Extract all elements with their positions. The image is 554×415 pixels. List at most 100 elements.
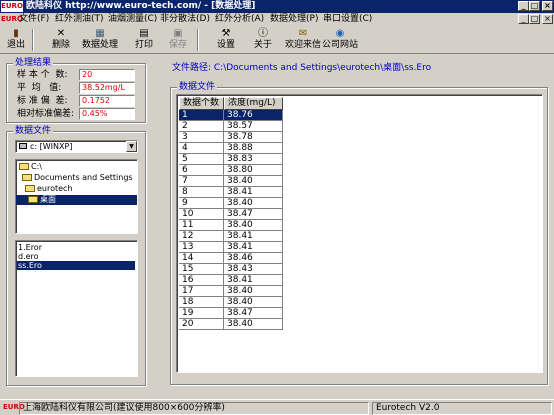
table-cell-index[interactable]: 7 — [179, 176, 224, 187]
table-cell-index[interactable]: 15 — [179, 264, 224, 275]
table-cell-index[interactable]: 13 — [179, 242, 224, 253]
menu-ir-oil[interactable]: 红外测油(T) — [55, 13, 104, 26]
files-group: 数据文件 c: [WINXP] ▼ C:\ Documents and Sett… — [6, 126, 146, 386]
print-button[interactable]: ▤ 打印 — [131, 27, 157, 53]
about-button[interactable]: ⓘ 关于 — [250, 27, 276, 53]
table-cell-concentration[interactable]: 38.41 — [224, 231, 283, 242]
child-close-button[interactable]: × — [542, 14, 553, 24]
process-label: 数据处理 — [82, 40, 119, 50]
table-cell-index[interactable]: 3 — [179, 132, 224, 143]
tree-item-docs[interactable]: Documents and Settings — [22, 173, 133, 183]
website-button[interactable]: ◉ 公司网站 — [321, 27, 359, 53]
table-cell-index[interactable]: 17 — [179, 286, 224, 297]
table-cell-concentration[interactable]: 38.80 — [224, 165, 283, 176]
close-button[interactable]: × — [542, 1, 553, 11]
table-cell-index[interactable]: 20 — [179, 319, 224, 330]
table-cell-concentration[interactable]: 38.76 — [224, 110, 283, 121]
status-version: Eurotech V2.0 — [372, 402, 552, 415]
delete-label: 删除 — [51, 40, 70, 50]
table-cell-index[interactable]: 19 — [179, 308, 224, 319]
table-cell-concentration[interactable]: 38.40 — [224, 286, 283, 297]
table-cell-index[interactable]: 9 — [179, 198, 224, 209]
mail-icon: ✉ — [298, 28, 308, 39]
menu-data-process[interactable]: 数据处理(P) — [270, 13, 318, 26]
table-cell-index[interactable]: 8 — [179, 187, 224, 198]
chevron-down-icon[interactable]: ▼ — [126, 141, 137, 152]
folder-open-icon — [22, 174, 32, 181]
table-cell-index[interactable]: 6 — [179, 165, 224, 176]
stddev-label: 标 准 偏 差: — [17, 96, 68, 106]
table-cell-index[interactable]: 1 — [179, 110, 224, 121]
child-minimize-button[interactable]: _ — [518, 14, 529, 24]
folder-tree[interactable]: C:\ Documents and Settings eurotech 桌面 — [15, 159, 138, 234]
tree-item-desktop[interactable]: 桌面 — [16, 195, 137, 205]
results-title: 处理结果 — [13, 58, 54, 69]
data-title: 数据文件 — [177, 82, 218, 93]
table-cell-index[interactable]: 10 — [179, 209, 224, 220]
table-cell-index[interactable]: 18 — [179, 297, 224, 308]
process-button[interactable]: ▦ 数据处理 — [82, 27, 118, 53]
print-label: 打印 — [134, 40, 153, 50]
table-cell-index[interactable]: 4 — [179, 143, 224, 154]
table-cell-index[interactable]: 12 — [179, 231, 224, 242]
menu-file[interactable]: 文件(F) — [19, 13, 49, 26]
menu-fume[interactable]: 油烟测量(C) — [108, 13, 157, 26]
tree-label: 桌面 — [40, 195, 56, 204]
tree-item-root[interactable]: C:\ — [19, 162, 42, 172]
table-cell-concentration[interactable]: 38.83 — [224, 154, 283, 165]
table-cell-index[interactable]: 2 — [179, 121, 224, 132]
table-cell-concentration[interactable]: 38.41 — [224, 275, 283, 286]
menu-serial[interactable]: 串口设置(C) — [323, 13, 372, 26]
disk-icon: ▣ — [173, 28, 183, 39]
table-cell-concentration[interactable]: 38.57 — [224, 121, 283, 132]
data-table[interactable]: 数据个数 浓度(mg/L) 1 38.76 2 38.57 3 38.78 4 38.88 5 3… — [176, 94, 543, 373]
delete-button[interactable]: ✕ 删除 — [48, 27, 74, 53]
table-cell-concentration[interactable]: 38.43 — [224, 264, 283, 275]
table-cell-concentration[interactable]: 38.41 — [224, 242, 283, 253]
file-list[interactable]: 1.Eror d.ero ss.Ero — [15, 240, 138, 377]
table-cell-index[interactable]: 11 — [179, 220, 224, 231]
column-header-concentration[interactable]: 浓度(mg/L) — [224, 97, 283, 110]
result-row-rsd: 相对标准偏差: 0.45% — [17, 108, 135, 120]
table-cell-concentration[interactable]: 38.40 — [224, 198, 283, 209]
status-bar: EURO 上海欧陆科仪有限公司(建议使用800×600分辨率) Eurotech… — [0, 399, 554, 415]
door-exit-icon: ▮ — [13, 28, 19, 39]
table-cell-concentration[interactable]: 38.47 — [224, 308, 283, 319]
list-item[interactable]: d.ero — [17, 252, 135, 261]
mean-label: 平 均 值: — [17, 83, 62, 93]
exit-button[interactable]: ▮ 退出 — [3, 27, 29, 53]
table-cell-concentration[interactable]: 38.40 — [224, 176, 283, 187]
result-row-stddev: 标 准 偏 差: 0.1752 — [17, 95, 135, 107]
folder-open-icon — [19, 163, 29, 170]
table-cell-concentration[interactable]: 38.78 — [224, 132, 283, 143]
info-icon: ⓘ — [258, 28, 268, 39]
child-maximize-button[interactable]: □ — [529, 14, 540, 24]
minimize-button[interactable]: _ — [518, 1, 529, 11]
title-bar: EURO 欧陆科仪 http://www.euro-tech.com/ - [数… — [0, 0, 554, 13]
table-cell-concentration[interactable]: 38.40 — [224, 297, 283, 308]
menu-nondispersive[interactable]: 非分散法(D) — [160, 13, 210, 26]
table-cell-index[interactable]: 5 — [179, 154, 224, 165]
tree-item-eurotech[interactable]: eurotech — [25, 184, 73, 194]
column-header-index[interactable]: 数据个数 — [179, 97, 224, 110]
table-cell-concentration[interactable]: 38.88 — [224, 143, 283, 154]
save-button[interactable]: ▣ 保存 — [165, 27, 191, 53]
menu-ir-analysis[interactable]: 红外分析(A) — [215, 13, 264, 26]
table-cell-index[interactable]: 14 — [179, 253, 224, 264]
welcome-label: 欢迎来信 — [284, 40, 321, 50]
list-item[interactable]: 1.Eror — [17, 243, 135, 252]
table-cell-concentration[interactable]: 38.47 — [224, 209, 283, 220]
list-item[interactable]: ss.Ero — [17, 261, 135, 270]
maximize-button[interactable]: □ — [529, 1, 540, 11]
table-cell-concentration[interactable]: 38.40 — [224, 319, 283, 330]
status-logo: EURO — [3, 403, 25, 411]
tree-label: eurotech — [37, 184, 73, 193]
settings-button[interactable]: ⚒ 设置 — [213, 27, 239, 53]
table-cell-concentration[interactable]: 38.46 — [224, 253, 283, 264]
table-cell-concentration[interactable]: 38.40 — [224, 220, 283, 231]
folder-open-icon — [28, 196, 38, 203]
welcome-button[interactable]: ✉ 欢迎来信 — [283, 27, 323, 53]
table-cell-concentration[interactable]: 38.41 — [224, 187, 283, 198]
drive-select[interactable]: c: [WINXP] ▼ — [15, 140, 138, 153]
table-cell-index[interactable]: 16 — [179, 275, 224, 286]
